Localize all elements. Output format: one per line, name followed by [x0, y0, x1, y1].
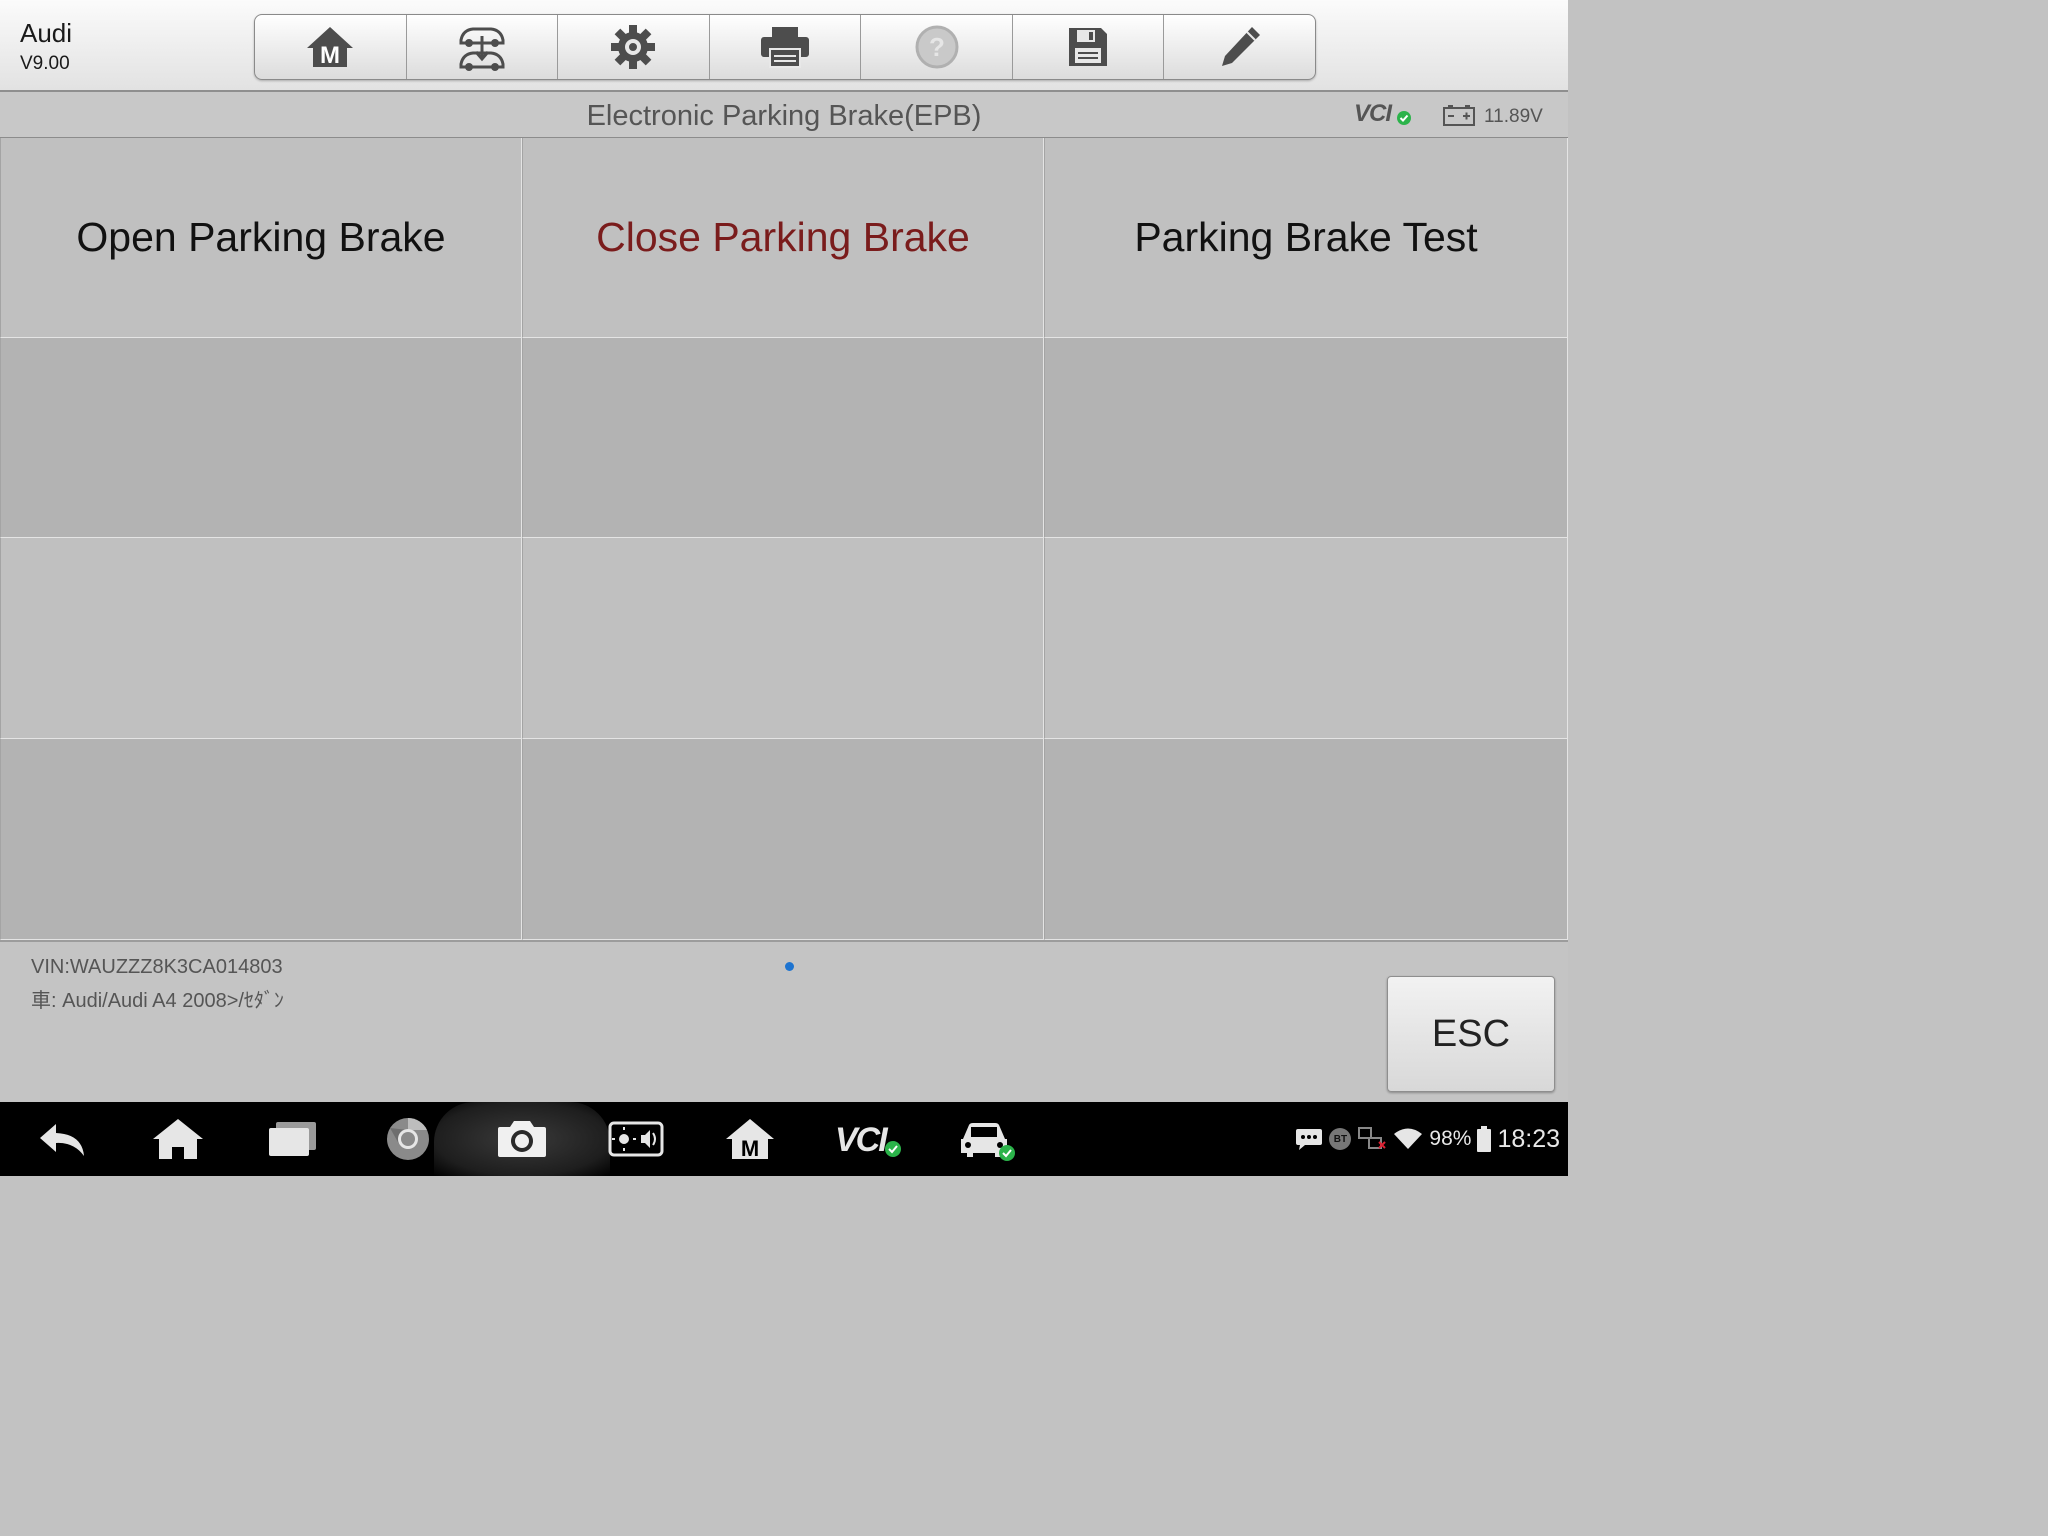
message-notification-icon — [1296, 1129, 1323, 1150]
bluetooth-icon: BT — [1329, 1128, 1352, 1150]
vehicle-info-footer: VIN:WAUZZZ8K3CA014803 車: Audi/Audi A4 20… — [0, 940, 1568, 1102]
close-parking-brake-button[interactable]: Close Parking Brake — [522, 138, 1044, 338]
app-brand: Audi V9.00 — [20, 18, 72, 76]
camera-icon — [498, 1121, 546, 1157]
save-disk-icon — [1069, 28, 1108, 66]
save-button[interactable] — [1013, 15, 1165, 79]
vehicle-swap-icon — [459, 27, 505, 71]
vci-connected-check-icon — [1397, 111, 1411, 125]
empty-grid-cell — [1044, 338, 1568, 538]
wifi-icon — [1394, 1128, 1423, 1149]
empty-grid-cell — [0, 739, 522, 940]
help-button[interactable]: ? — [861, 15, 1013, 79]
maxisys-m-icon: M — [726, 1119, 774, 1161]
vci-icon: VCI — [831, 1119, 905, 1159]
back-button[interactable] — [30, 1102, 94, 1176]
svg-text:M: M — [741, 1136, 759, 1161]
home-nav-button[interactable] — [146, 1102, 210, 1176]
vehicle-path-text: 車: Audi/Audi A4 2008>/ｾﾀﾞﾝ — [31, 990, 284, 1012]
android-navigation-bar: M VCI BT 98% 18:23 — [0, 1102, 1568, 1176]
edit-button[interactable] — [1164, 15, 1315, 79]
battery-icon — [1477, 1126, 1492, 1152]
parking-brake-test-button[interactable]: Parking Brake Test — [1044, 138, 1568, 338]
function-grid: Open Parking Brake Close Parking Brake P… — [0, 138, 1568, 940]
car-battery-icon — [1443, 105, 1475, 126]
chrome-icon — [387, 1118, 429, 1160]
page-title: Electronic Parking Brake(EPB) — [586, 100, 982, 132]
screenshot-camera-button[interactable] — [490, 1102, 554, 1176]
print-button[interactable] — [710, 15, 862, 79]
app-header: Audi V9.00 M ? — [0, 0, 1568, 92]
empty-grid-cell — [522, 538, 1044, 739]
home-button[interactable]: M — [255, 15, 407, 79]
vehicle-button[interactable] — [952, 1102, 1018, 1176]
main-toolbar: M ? — [254, 14, 1316, 80]
display-audio-button[interactable] — [606, 1102, 666, 1176]
empty-grid-cell — [522, 739, 1044, 940]
chrome-button[interactable] — [380, 1102, 436, 1176]
display-audio-icon — [608, 1121, 664, 1157]
battery-voltage: 11.89V — [1484, 106, 1543, 127]
vin-text: VIN:WAUZZZ8K3CA014803 — [31, 956, 283, 978]
printer-icon — [761, 27, 810, 68]
settings-button[interactable] — [558, 15, 710, 79]
help-icon: ? — [915, 25, 959, 69]
home-m-icon: M — [307, 27, 354, 69]
function-titlebar: Electronic Parking Brake(EPB) — [0, 92, 1568, 138]
empty-grid-cell — [1044, 538, 1568, 739]
home-icon — [153, 1119, 203, 1159]
vci-status-label: VCI — [1354, 100, 1392, 127]
vci-check-icon — [885, 1141, 901, 1157]
empty-grid-cell — [522, 338, 1044, 538]
page-indicator-dot — [785, 962, 794, 971]
settings-gear-icon — [611, 25, 656, 69]
vehicle-swap-button[interactable] — [407, 15, 559, 79]
vci-manager-button[interactable]: VCI — [830, 1102, 906, 1176]
recent-apps-button[interactable] — [260, 1102, 324, 1176]
system-status-area: BT 98% 18:23 — [1295, 1102, 1560, 1176]
open-parking-brake-button[interactable]: Open Parking Brake — [0, 138, 522, 338]
vci-icon-label: VCI — [835, 1121, 888, 1159]
maxisys-home-button[interactable]: M — [720, 1102, 780, 1176]
status-clock: 18:23 — [1497, 1124, 1560, 1153]
edit-pencil-icon — [1221, 27, 1260, 66]
recent-apps-icon — [269, 1122, 316, 1156]
app-version: V9.00 — [20, 53, 70, 74]
svg-text:M: M — [320, 42, 340, 69]
network-disconnected-icon — [1358, 1127, 1387, 1149]
battery-percent: 98% — [1429, 1127, 1472, 1150]
vehicle-icon — [961, 1123, 1015, 1161]
svg-text:?: ? — [929, 32, 945, 62]
app-name: Audi — [20, 18, 73, 48]
empty-grid-cell — [1044, 739, 1568, 940]
empty-grid-cell — [0, 338, 522, 538]
esc-button[interactable]: ESC — [1387, 976, 1555, 1092]
empty-grid-cell — [0, 538, 522, 739]
back-icon — [40, 1124, 84, 1156]
